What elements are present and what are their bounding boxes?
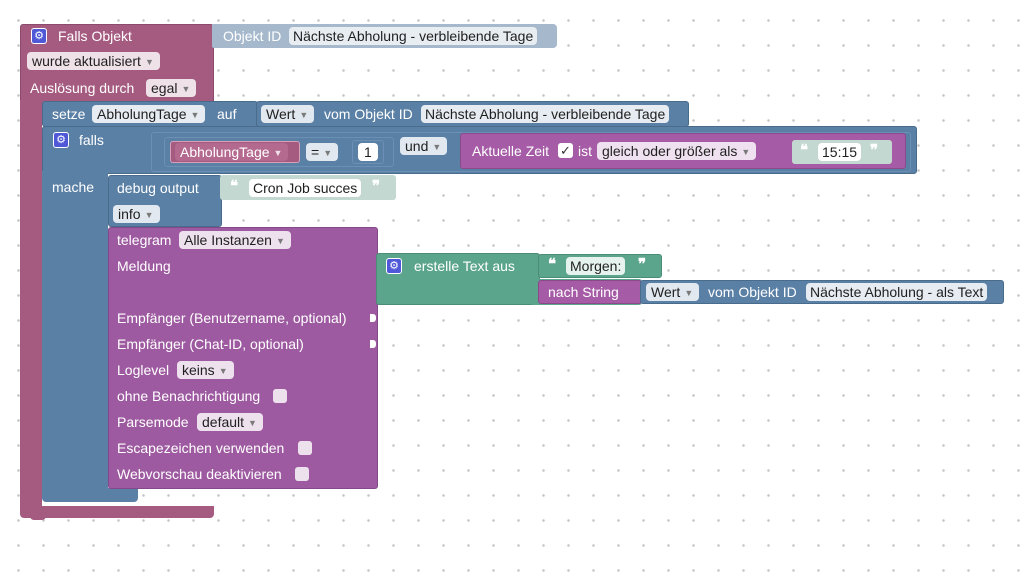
time-compare-dropdown[interactable]: gleich oder größer als ▼ — [597, 142, 757, 160]
telegram-recipient-chat-label: Empfänger (Chat-ID, optional) — [117, 336, 304, 352]
if-body-stem — [42, 220, 108, 500]
current-time-label: Aktuelle Zeit — [472, 143, 550, 159]
recipient-user-input-socket[interactable] — [370, 314, 376, 322]
to-string-label: nach String — [548, 284, 619, 300]
text-join-label: erstelle Text aus — [414, 258, 515, 274]
quote-open-icon: ❝ — [230, 178, 239, 195]
debug-level-dropdown[interactable]: info ▼ — [113, 205, 160, 223]
set-object-id-field[interactable]: Nächste Abholung - verbleibende Tage — [421, 105, 670, 123]
number-field[interactable]: 1 — [358, 143, 378, 161]
trigger-bottom-bar — [20, 506, 214, 518]
chevron-down-icon: ▼ — [323, 148, 333, 158]
telegram-preview-checkbox[interactable] — [295, 467, 309, 481]
telegram-label: telegram — [117, 232, 172, 248]
set-variable-dropdown[interactable]: AbholungTage ▼ — [92, 105, 206, 123]
quote-close-icon: ❞ — [638, 256, 647, 273]
telegram-silent-checkbox[interactable] — [273, 389, 287, 403]
time-value-field[interactable]: 15:15 — [818, 143, 862, 161]
trigger-object-id-label: Objekt ID — [223, 28, 282, 44]
current-time-checkbox[interactable]: ✓ — [558, 143, 573, 158]
telegram-loglevel-dropdown[interactable]: keins ▼ — [177, 361, 234, 379]
if-bottom-bar — [42, 488, 138, 502]
chevron-down-icon: ▼ — [273, 148, 283, 158]
text-join-gear-icon[interactable]: ⚙ — [386, 258, 402, 274]
telegram-preview-label: Webvorschau deaktivieren — [117, 466, 282, 482]
quote-close-icon: ❞ — [870, 142, 879, 159]
telegram-escape-label: Escapezeichen verwenden — [117, 440, 285, 456]
telegram-silent-label: ohne Benachrichtigung — [117, 388, 261, 404]
telegram-recipient-user-label: Empfänger (Benutzername, optional) — [117, 310, 347, 326]
trigger-by-dropdown[interactable]: egal ▼ — [146, 79, 197, 97]
compare-operator-dropdown[interactable]: = ▼ — [306, 143, 339, 161]
set-to-label: auf — [217, 106, 237, 122]
trigger-object-id-field[interactable]: Nächste Abholung - verbleibende Tage — [289, 27, 538, 45]
quote-open-icon: ❝ — [800, 142, 809, 159]
logic-operator-dropdown[interactable]: und ▼ — [400, 137, 448, 155]
if-label: falls — [79, 132, 104, 148]
quote-open-icon: ❝ — [548, 256, 557, 273]
telegram-parsemode-label: Parsemode — [117, 414, 189, 430]
telegram-loglevel-label: Loglevel — [117, 362, 170, 378]
trigger-title: Falls Objekt — [58, 28, 132, 44]
telegram-instance-dropdown[interactable]: Alle Instanzen ▼ — [179, 231, 291, 249]
do-label: mache — [52, 179, 95, 195]
text-join-string-field[interactable]: Morgen: — [566, 257, 626, 275]
trigger-bottom-notch — [30, 514, 46, 520]
set-from-label: vom Objekt ID — [324, 106, 413, 122]
telegram-message-label: Meldung — [117, 258, 171, 274]
trigger-gear-icon[interactable]: ⚙ — [31, 28, 47, 44]
to-string-object-id-field[interactable]: Nächste Abholung - als Text — [806, 283, 988, 301]
chevron-down-icon: ▼ — [144, 210, 154, 220]
telegram-escape-checkbox[interactable] — [298, 441, 312, 455]
chevron-down-icon: ▼ — [190, 110, 200, 120]
chevron-down-icon: ▼ — [299, 110, 309, 120]
to-string-from-label: vom Objekt ID — [708, 284, 797, 300]
quote-close-icon: ❞ — [372, 178, 381, 195]
chevron-down-icon: ▼ — [432, 142, 442, 152]
chevron-down-icon: ▼ — [741, 147, 751, 157]
chevron-down-icon: ▼ — [144, 57, 154, 67]
debug-label: debug output — [117, 180, 199, 196]
chevron-down-icon: ▼ — [684, 288, 694, 298]
recipient-chat-input-socket[interactable] — [370, 340, 376, 348]
chevron-down-icon: ▼ — [248, 418, 257, 428]
compare-variable-dropdown[interactable]: AbholungTage ▼ — [175, 143, 289, 161]
trigger-body-left — [20, 100, 42, 512]
trigger-by-label: Auslösung durch — [30, 80, 135, 96]
if-gear-icon[interactable]: ⚙ — [53, 132, 69, 148]
telegram-parsemode-dropdown[interactable]: default ▼ — [197, 413, 263, 431]
set-label: setze — [52, 106, 86, 122]
chevron-down-icon: ▼ — [218, 366, 228, 376]
chevron-down-icon: ▼ — [275, 236, 285, 246]
chevron-down-icon: ▼ — [181, 84, 191, 94]
current-time-is-label: ist — [578, 143, 592, 159]
trigger-updated-dropdown[interactable]: wurde aktualisiert ▼ — [27, 52, 160, 70]
debug-text-field[interactable]: Cron Job succes — [249, 179, 362, 197]
set-value-type-dropdown[interactable]: Wert ▼ — [261, 105, 315, 123]
to-string-value-type-dropdown[interactable]: Wert ▼ — [646, 283, 700, 301]
